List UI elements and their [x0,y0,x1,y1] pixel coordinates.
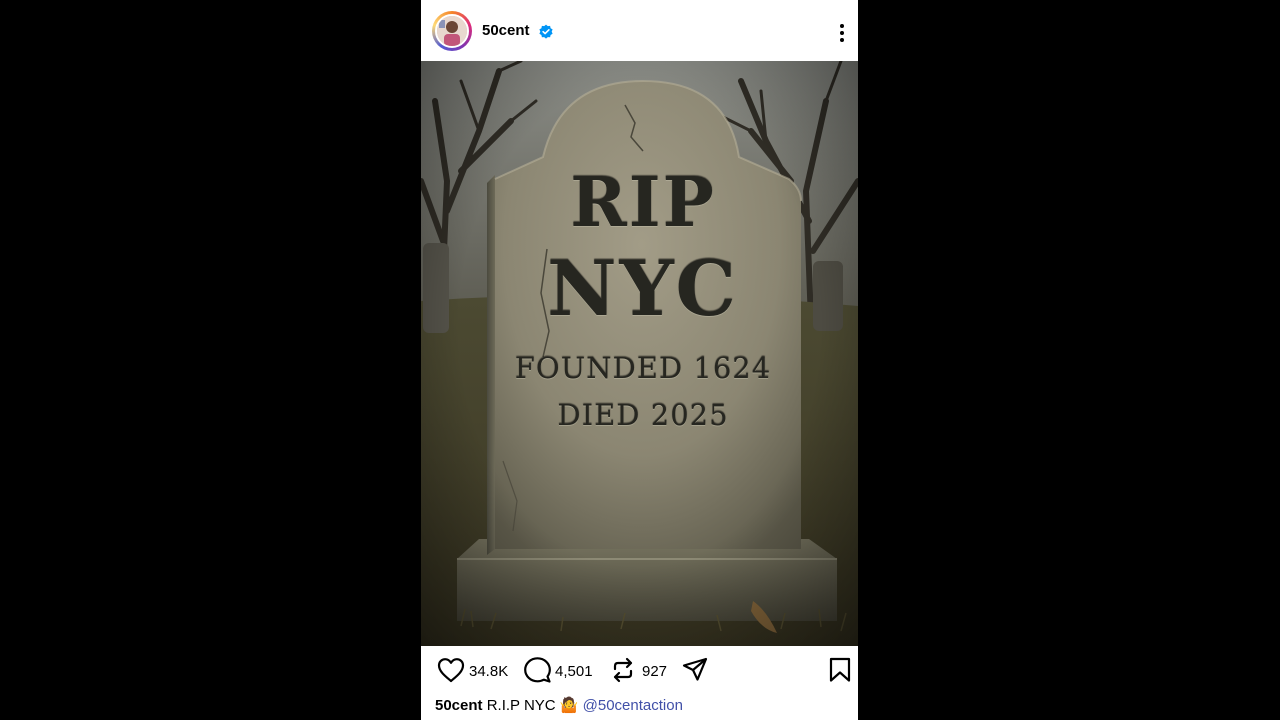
caption-mention[interactable]: @50centaction [583,697,683,714]
post-actions: 34.8K 4,501 927 [421,646,858,696]
profile-photo [437,16,467,46]
repost-icon[interactable] [610,657,636,683]
epitaph-line-3: FOUNDED 1624 [514,351,772,385]
comment-icon[interactable] [524,657,551,683]
repost-count[interactable]: 927 [642,663,667,681]
caption-text: R.I.P NYC [486,697,556,714]
epitaph-line-2: NYC [547,244,739,333]
post-username[interactable]: 50cent [482,22,530,40]
like-count[interactable]: 34.8K [469,663,508,681]
comment-count[interactable]: 4,501 [555,663,593,681]
caption-username[interactable]: 50cent [435,697,483,714]
caption-emoji: 🤷 [559,697,579,714]
avatar[interactable] [435,14,469,48]
post-image[interactable]: RIP NYC FOUNDED 1624 DIED 2025 [421,61,858,646]
heart-icon[interactable] [437,657,465,683]
more-icon[interactable] [837,22,847,44]
epitaph-line-1: RIP [570,163,716,243]
bookmark-icon[interactable] [829,657,851,683]
epitaph-line-4: DIED 2025 [557,398,729,432]
instagram-post: 50cent RIP NYC FOUNDED 1624 DIED 2025 34… [421,0,858,720]
post-header: 50cent [421,0,858,61]
share-icon[interactable] [682,657,708,683]
verified-badge-icon [539,24,553,39]
post-caption: 50cent R.I.P NYC 🤷 @50centaction [435,696,855,716]
avatar-story-ring[interactable] [432,11,472,51]
